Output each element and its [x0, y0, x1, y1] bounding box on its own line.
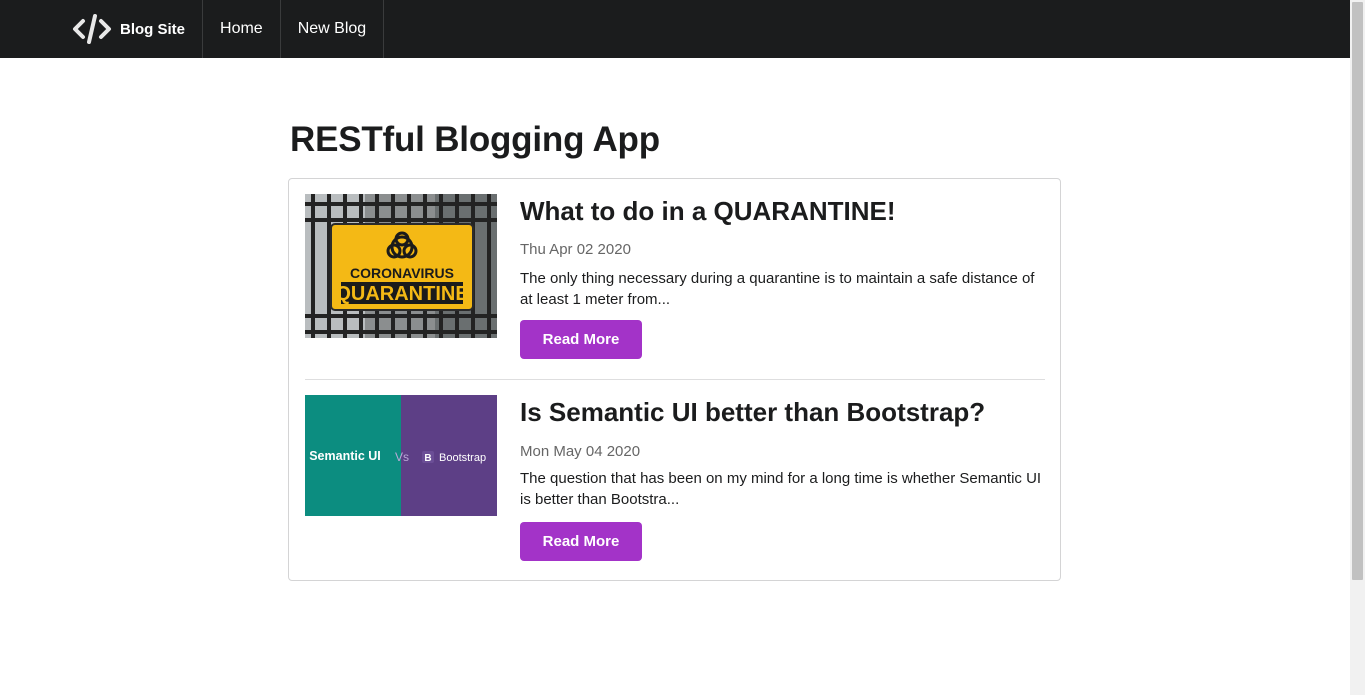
blog-post: CORONAVIRUS QUARANTINE What to do in a Q…	[305, 194, 1045, 360]
nav-new-blog[interactable]: New Blog	[281, 0, 385, 58]
sign-line-2: QUARANTINE	[335, 283, 468, 305]
blog-post: Semantic UI Vs B Bootstrap Is Semantic U…	[305, 395, 1045, 561]
page-title: RESTful Blogging App	[290, 120, 660, 159]
post-excerpt: The question that has been on my mind fo…	[520, 470, 1042, 508]
read-more-button[interactable]: Read More	[520, 320, 642, 359]
post-date: Thu Apr 02 2020	[520, 241, 631, 258]
post-title[interactable]: What to do in a QUARANTINE!	[520, 196, 896, 227]
vertical-scrollbar[interactable]	[1350, 0, 1365, 695]
post-image-quarantine: CORONAVIRUS QUARANTINE	[305, 194, 497, 338]
vs-label: Vs	[395, 450, 409, 464]
bootstrap-label: Bootstrap	[439, 452, 486, 464]
nav-home[interactable]: Home	[203, 0, 281, 58]
semantic-ui-label: Semantic UI	[309, 449, 381, 463]
sign-line-1: CORONAVIRUS	[350, 265, 454, 281]
post-date: Mon May 04 2020	[520, 443, 641, 460]
post-divider	[305, 379, 1045, 380]
scrollbar-thumb[interactable]	[1352, 2, 1363, 580]
top-navbar: Blog Site Home New Blog	[0, 0, 1350, 58]
post-image-semantic-vs-bootstrap: Semantic UI Vs B Bootstrap	[305, 395, 497, 516]
code-icon	[72, 13, 112, 45]
brand-label: Blog Site	[120, 20, 186, 38]
read-more-button[interactable]: Read More	[520, 522, 642, 561]
post-excerpt: The only thing necessary during a quaran…	[520, 270, 1035, 308]
bootstrap-logo: B	[424, 453, 431, 464]
blog-list: CORONAVIRUS QUARANTINE What to do in a Q…	[288, 178, 1061, 581]
brand-link[interactable]: Blog Site	[56, 0, 204, 58]
post-title[interactable]: Is Semantic UI better than Bootstrap?	[520, 397, 985, 428]
